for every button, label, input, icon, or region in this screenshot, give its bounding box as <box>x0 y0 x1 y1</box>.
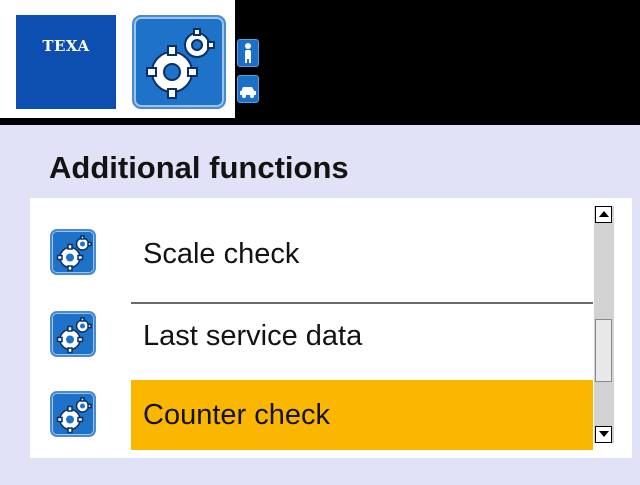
gears-icon <box>50 311 96 357</box>
list-item-label-selected: Counter check <box>131 380 593 450</box>
person-icon <box>245 43 251 63</box>
texa-logo: TEXA <box>16 15 116 109</box>
gears-icon <box>146 28 215 99</box>
list-item-counter-check[interactable]: Counter check <box>30 378 593 450</box>
header-bar: TEXA <box>0 0 640 125</box>
list-item-last-service-data[interactable]: Last service data <box>30 298 593 386</box>
list-item-scale-check[interactable]: Scale check <box>30 216 593 304</box>
list-item-label: Scale check <box>143 238 300 270</box>
car-icon <box>240 87 256 98</box>
list-item-label: Last service data <box>143 320 363 352</box>
scroll-thumb[interactable] <box>595 319 612 382</box>
gears-icon <box>50 229 96 275</box>
additional-functions-button[interactable] <box>132 15 226 109</box>
scroll-up-arrow-icon[interactable] <box>595 206 612 223</box>
user-button[interactable] <box>237 39 259 67</box>
scroll-down-arrow-icon[interactable] <box>595 426 612 443</box>
gears-icon <box>50 391 96 437</box>
list-scrollbar[interactable] <box>594 206 614 443</box>
texa-logo-text: TEXA <box>42 37 90 55</box>
page-title: Additional functions <box>49 150 349 185</box>
function-list: Scale check Last service data Counter ch… <box>30 198 632 458</box>
vehicle-button[interactable] <box>237 75 259 103</box>
brand-area: TEXA <box>0 0 235 118</box>
